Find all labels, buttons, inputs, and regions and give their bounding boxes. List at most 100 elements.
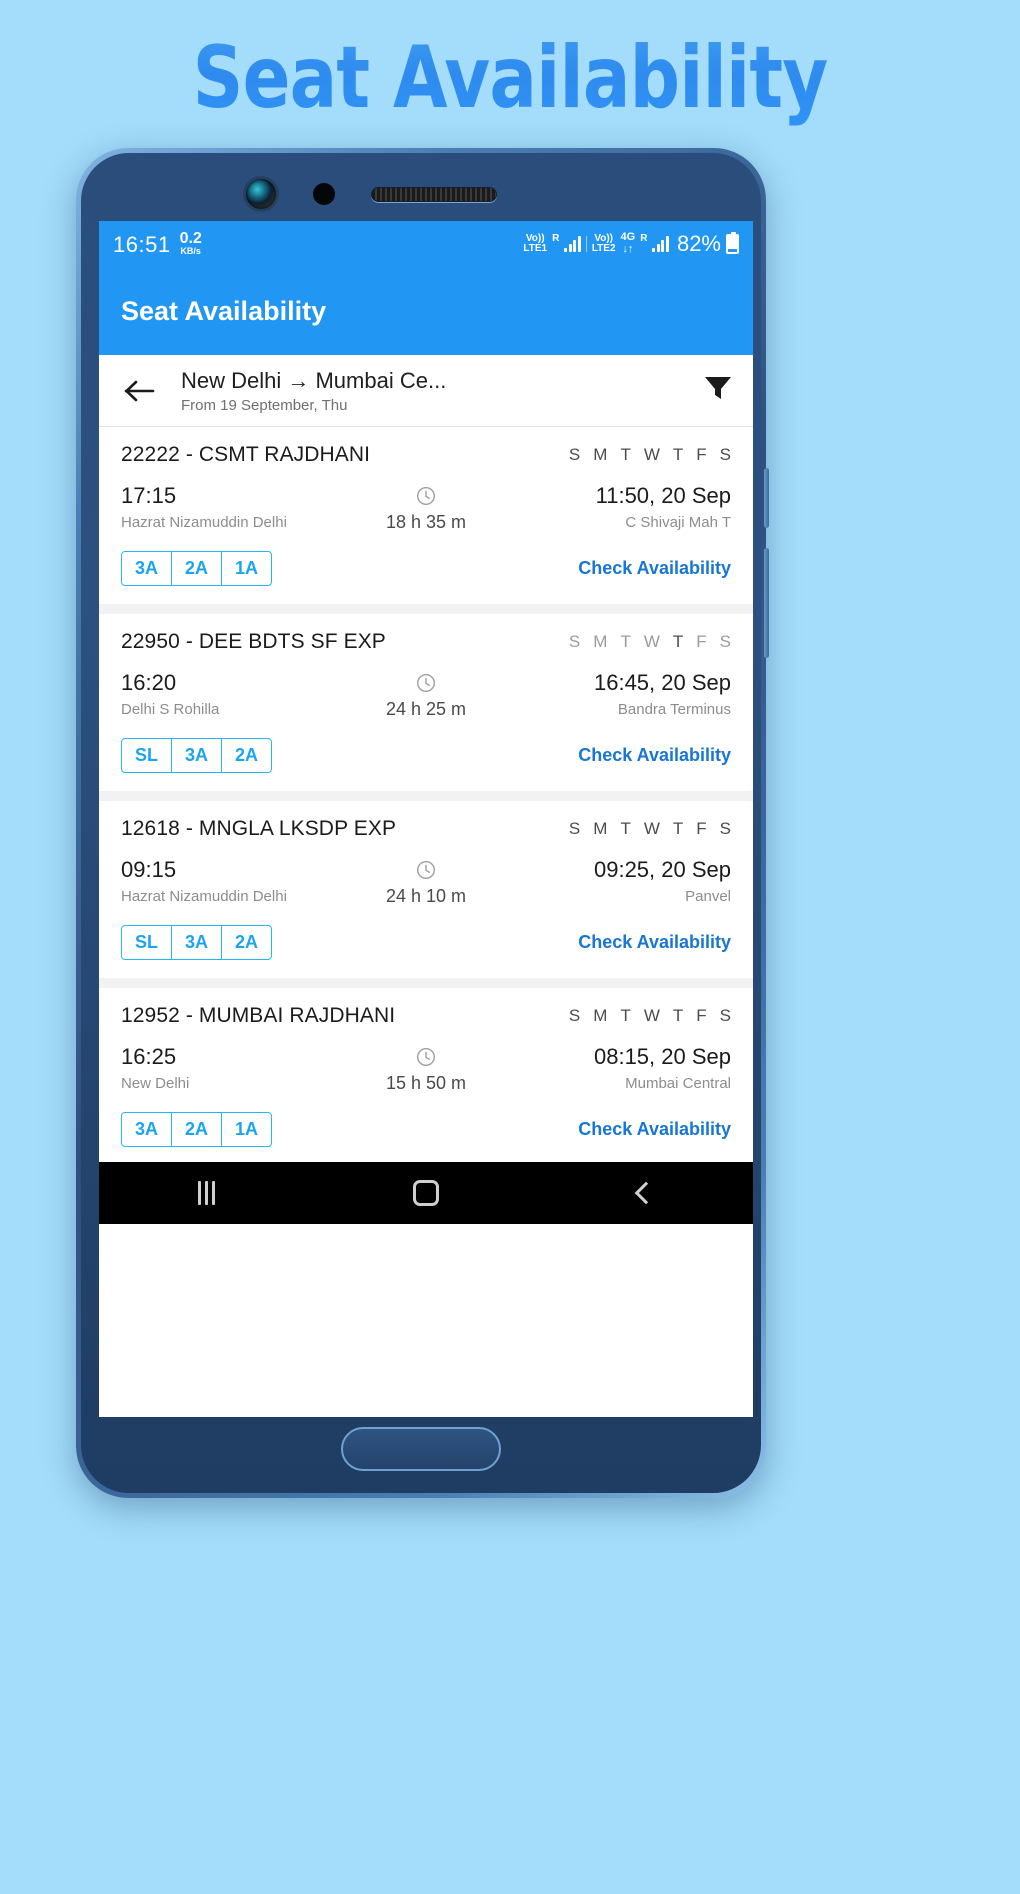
departure-block: 09:15 Hazrat Nizamuddin Delhi <box>121 857 336 905</box>
departure-station: New Delhi <box>121 1075 190 1092</box>
check-availability-link[interactable]: Check Availability <box>578 745 731 766</box>
route-title: New Delhi → Mumbai Ce... <box>181 367 447 393</box>
day-label: S <box>568 819 581 838</box>
class-chip-group[interactable]: SL 3A 2A <box>121 925 273 960</box>
departure-station: Hazrat Nizamuddin Delhi <box>121 514 287 531</box>
train-card-footer: 3A 2A 1A Check Availability <box>121 1112 731 1147</box>
day-label: S <box>719 632 731 651</box>
android-navigation-bar <box>99 1162 753 1224</box>
day-label: M <box>593 632 608 651</box>
train-name: 12618 - MNGLA LKSDP EXP <box>121 817 397 840</box>
physical-home-button[interactable] <box>341 1427 501 1471</box>
class-chip-group[interactable]: SL 3A 2A <box>121 738 273 773</box>
check-availability-link[interactable]: Check Availability <box>578 558 731 579</box>
phone-device: 16:51 0.2 KB/s Vo)) LTE1 R Vo)) LTE2 4G … <box>76 148 769 1498</box>
sim2-signal-icon <box>652 236 669 252</box>
arrival-block: 09:25, 20 Sep Panvel <box>516 857 731 905</box>
status-time: 16:51 <box>113 231 171 257</box>
status-divider <box>585 236 587 252</box>
back-button[interactable] <box>119 370 161 412</box>
departure-block: 17:15 Hazrat Nizamuddin Delhi <box>121 483 336 531</box>
running-days: S M T W T F S <box>569 1006 731 1026</box>
train-card[interactable]: 12952 - MUMBAI RAJDHANI S M T W T F S 16… <box>99 988 753 1162</box>
class-chip-group[interactable]: 3A 2A 1A <box>121 551 273 586</box>
train-card-times: 16:25 New Delhi 15 h 50 m 08:15, 20 Sep … <box>121 1044 731 1094</box>
running-days: S M T W T F S <box>569 819 731 839</box>
sim1-volte-icon: Vo)) LTE1 <box>523 233 548 255</box>
departure-station: Delhi S Rohilla <box>121 701 220 718</box>
arrival-block: 08:15, 20 Sep Mumbai Central <box>516 1044 731 1092</box>
data-speed-value: 0.2 <box>179 229 202 247</box>
clock-icon <box>416 860 436 880</box>
sim1-volte-bottom: LTE1 <box>523 243 548 254</box>
volume-button[interactable] <box>764 468 769 528</box>
day-label: S <box>568 445 581 464</box>
class-chip[interactable]: 2A <box>222 739 271 772</box>
clock-icon <box>416 1047 436 1067</box>
sim2-network-icon: 4G ↓↑ <box>621 232 636 255</box>
class-chip[interactable]: 3A <box>172 926 223 959</box>
route-date: From 19 September, Thu <box>181 396 348 414</box>
train-card-footer: SL 3A 2A Check Availability <box>121 738 731 773</box>
clock-icon <box>416 486 436 506</box>
class-chip[interactable]: 1A <box>222 1113 271 1146</box>
class-chip[interactable]: SL <box>122 739 173 772</box>
day-label: W <box>643 632 660 651</box>
check-availability-link[interactable]: Check Availability <box>578 1119 731 1140</box>
class-chip[interactable]: 3A <box>122 1113 173 1146</box>
arrival-block: 11:50, 20 Sep C Shivaji Mah T <box>516 483 731 531</box>
duration-block: 15 h 50 m <box>336 1044 516 1094</box>
train-card-header: 22222 - CSMT RAJDHANI S M T W T F S <box>121 443 731 467</box>
train-list[interactable]: 22222 - CSMT RAJDHANI S M T W T F S 17:1… <box>99 427 753 1162</box>
day-label: S <box>719 1006 731 1025</box>
arrival-station: C Shivaji Mah T <box>625 514 731 531</box>
phone-screen: 16:51 0.2 KB/s Vo)) LTE1 R Vo)) LTE2 4G … <box>99 221 753 1417</box>
clock-icon-wrap <box>336 857 516 883</box>
class-chip[interactable]: 2A <box>222 926 271 959</box>
duration: 18 h 35 m <box>385 512 467 532</box>
train-card[interactable]: 22950 - DEE BDTS SF EXP S M T W T F S 16… <box>99 614 753 791</box>
page-title: Seat Availability <box>92 28 928 128</box>
day-label: T <box>672 445 684 464</box>
day-label: T <box>620 819 631 838</box>
phone-body: 16:51 0.2 KB/s Vo)) LTE1 R Vo)) LTE2 4G … <box>81 153 761 1493</box>
power-button[interactable] <box>764 548 769 658</box>
arrival-time: 11:50, 20 Sep <box>595 483 731 508</box>
train-card-footer: SL 3A 2A Check Availability <box>121 925 731 960</box>
class-chip[interactable]: 3A <box>122 552 173 585</box>
duration-block: 24 h 10 m <box>336 857 516 907</box>
home-icon[interactable] <box>413 1180 440 1206</box>
filter-button[interactable] <box>703 374 733 407</box>
day-label: F <box>696 1006 707 1025</box>
class-chip[interactable]: 2A <box>172 1113 223 1146</box>
class-chip-group[interactable]: 3A 2A 1A <box>121 1112 273 1147</box>
duration: 15 h 50 m <box>385 1073 467 1093</box>
class-chip[interactable]: 3A <box>172 739 223 772</box>
train-card-header: 12618 - MNGLA LKSDP EXP S M T W T F S <box>121 817 731 841</box>
filter-funnel-icon <box>705 377 731 399</box>
train-card-header: 22950 - DEE BDTS SF EXP S M T W T F S <box>121 630 731 654</box>
class-chip[interactable]: SL <box>122 926 173 959</box>
day-label: F <box>696 819 707 838</box>
class-chip[interactable]: 2A <box>172 552 223 585</box>
sim2-roaming-icon: R <box>640 233 648 244</box>
train-card[interactable]: 22222 - CSMT RAJDHANI S M T W T F S 17:1… <box>99 427 753 604</box>
back-icon[interactable] <box>634 1181 658 1205</box>
day-label: T <box>620 1006 631 1025</box>
train-name: 22222 - CSMT RAJDHANI <box>121 443 371 466</box>
battery-percent: 82% <box>676 231 721 256</box>
check-availability-link[interactable]: Check Availability <box>578 932 731 953</box>
day-label: S <box>568 1006 581 1025</box>
sim2-data-arrows-icon: ↓↑ <box>622 243 634 255</box>
duration-block: 24 h 25 m <box>336 670 516 720</box>
arrival-time: 09:25, 20 Sep <box>593 857 731 882</box>
train-card-times: 17:15 Hazrat Nizamuddin Delhi 18 h 35 m <box>121 483 731 533</box>
day-label: S <box>719 819 731 838</box>
recents-icon[interactable] <box>198 1181 216 1205</box>
day-label: S <box>719 445 731 464</box>
app-bar-title: Seat Availability <box>121 295 327 326</box>
train-card-header: 12952 - MUMBAI RAJDHANI S M T W T F S <box>121 1004 731 1028</box>
departure-time: 16:20 <box>121 670 177 695</box>
train-card[interactable]: 12618 - MNGLA LKSDP EXP S M T W T F S 09… <box>99 801 753 978</box>
class-chip[interactable]: 1A <box>222 552 271 585</box>
